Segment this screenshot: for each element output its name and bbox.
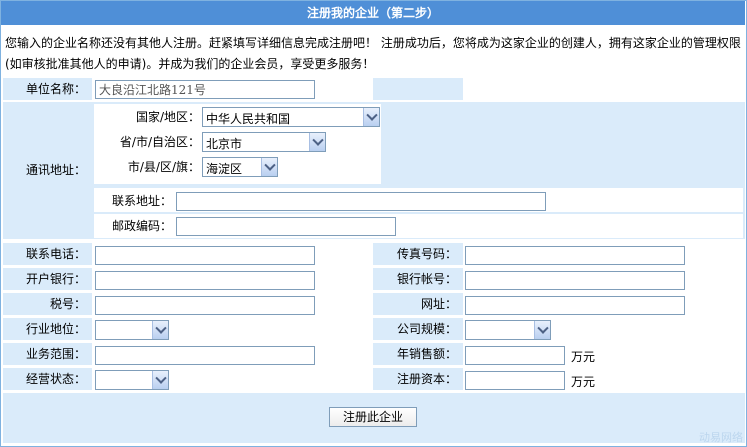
- capital-label: 注册资本：: [373, 368, 463, 390]
- zip-label: 邮政编码：: [111, 219, 172, 233]
- city-label: 市/县/区/旗：: [127, 160, 200, 174]
- sales-input[interactable]: [465, 346, 565, 365]
- business-label: 业务范围：: [3, 343, 92, 365]
- capital-unit: 万元: [571, 375, 596, 389]
- province-label: 省/市/自治区：: [119, 135, 200, 149]
- contact-address-label: 联系地址：: [111, 194, 172, 208]
- capital-input[interactable]: [465, 371, 565, 390]
- company-name-label: 单位名称：: [3, 78, 92, 100]
- panel-title: 注册我的企业（第二步）: [1, 1, 745, 25]
- chevron-down-icon: [152, 371, 168, 389]
- tax-label: 税号：: [3, 293, 92, 315]
- register-company-button[interactable]: 注册此企业: [329, 407, 417, 427]
- status-select[interactable]: [95, 370, 169, 390]
- bank-label: 开户银行：: [3, 268, 92, 290]
- tax-input[interactable]: [95, 296, 315, 315]
- website-input[interactable]: [465, 296, 685, 315]
- city-select[interactable]: 海淀区: [202, 157, 278, 177]
- chevron-down-icon: [363, 108, 379, 126]
- industry-label: 行业地位：: [3, 318, 92, 340]
- business-input[interactable]: [95, 346, 315, 365]
- chevron-down-icon: [152, 321, 168, 339]
- sales-label: 年销售额：: [373, 343, 463, 365]
- status-label: 经营状态：: [3, 368, 92, 390]
- fax-input[interactable]: [465, 246, 685, 265]
- size-label: 公司规模：: [373, 318, 463, 340]
- chevron-down-icon: [534, 321, 550, 339]
- sales-unit: 万元: [571, 350, 596, 364]
- province-select[interactable]: 北京市: [202, 132, 326, 152]
- country-label: 国家/地区：: [135, 110, 200, 124]
- chevron-down-icon: [309, 133, 325, 151]
- zip-input[interactable]: [176, 217, 396, 236]
- industry-select[interactable]: [95, 320, 169, 340]
- country-select[interactable]: 中华人民共和国: [202, 107, 380, 127]
- size-select[interactable]: [465, 320, 551, 340]
- phone-label: 联系电话：: [3, 243, 92, 265]
- city-selected: 海淀区: [206, 162, 243, 176]
- contact-address-input[interactable]: [176, 192, 546, 211]
- bank-input[interactable]: [95, 271, 315, 290]
- phone-input[interactable]: [95, 246, 315, 265]
- company-name-side: [373, 78, 463, 100]
- address-label: 通讯地址：: [3, 102, 92, 239]
- fax-label: 传真号码：: [373, 243, 463, 265]
- intro-text: 您输入的企业名称还没有其他人注册。赶紧填写详细信息完成注册吧！ 注册成功后，您将…: [5, 36, 741, 71]
- website-label: 网址：: [373, 293, 463, 315]
- chevron-down-icon: [261, 158, 277, 176]
- watermark: 动易网络: [699, 431, 743, 444]
- country-selected: 中华人民共和国: [206, 112, 291, 126]
- company-name-input[interactable]: [95, 80, 315, 99]
- province-selected: 北京市: [206, 137, 243, 151]
- account-label: 银行帐号：: [373, 268, 463, 290]
- account-input[interactable]: [465, 271, 685, 290]
